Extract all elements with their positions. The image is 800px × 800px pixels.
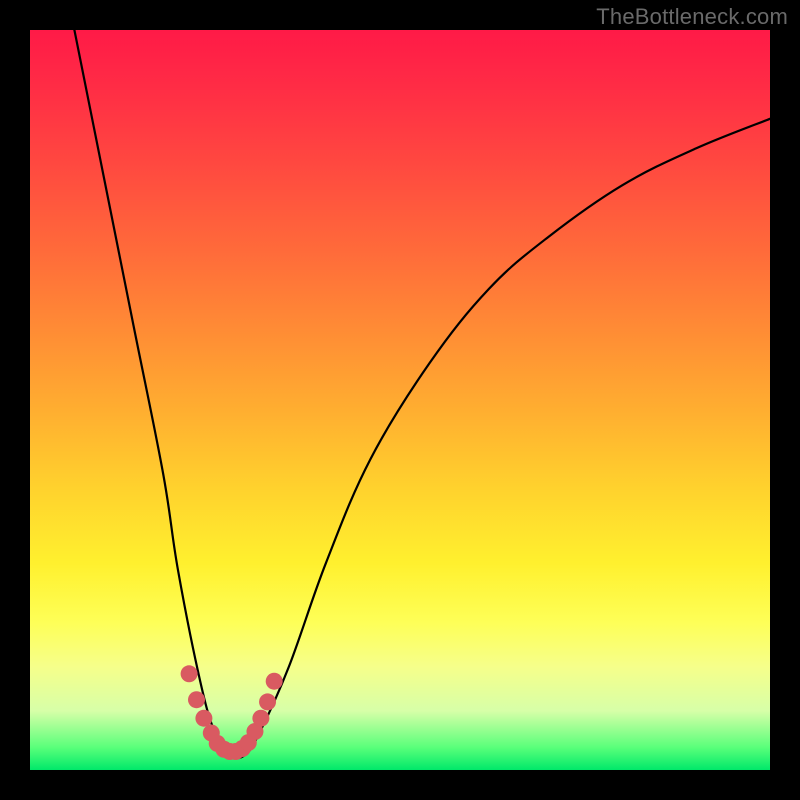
dot <box>252 710 269 727</box>
performance-curve <box>74 30 770 758</box>
dot <box>259 693 276 710</box>
bottom-dot-cluster <box>181 665 283 760</box>
chart-frame: TheBottleneck.com <box>0 0 800 800</box>
watermark-text: TheBottleneck.com <box>596 4 788 30</box>
dot <box>188 691 205 708</box>
dot <box>195 710 212 727</box>
plot-area <box>30 30 770 770</box>
dot <box>266 673 283 690</box>
curve-svg <box>30 30 770 770</box>
dot <box>181 665 198 682</box>
